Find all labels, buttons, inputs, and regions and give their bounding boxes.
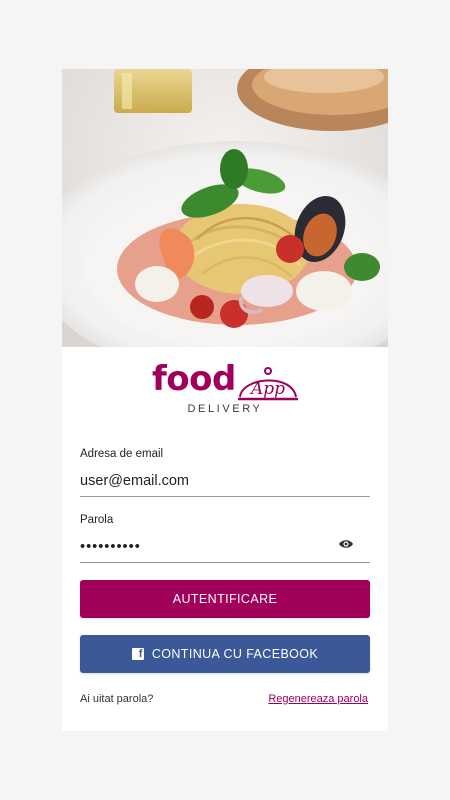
password-label: Parola [80, 514, 114, 526]
hero-food-image [62, 69, 388, 347]
logo-script: App [249, 379, 285, 399]
brand-logo: food App DELIVERY [62, 351, 388, 421]
login-button-label: AUTENTIFICARE [172, 592, 278, 606]
login-button[interactable]: AUTENTIFICARE [80, 580, 370, 618]
email-field[interactable] [80, 468, 370, 497]
reset-password-link[interactable]: Regenereaza parola [268, 693, 368, 705]
pasta-dish-image [62, 69, 388, 347]
facebook-button-label: CONTINUA CU FACEBOOK [151, 647, 319, 661]
email-label: Adresa de email [80, 448, 164, 460]
facebook-login-button[interactable]: f CONTINUA CU FACEBOOK [80, 635, 370, 673]
logo-tagline: DELIVERY [187, 403, 263, 415]
login-card: food App DELIVERY Adresa de email Parola… [62, 69, 388, 731]
cloche-icon: App [238, 367, 298, 401]
logo-wordmark: food [152, 359, 236, 399]
forgot-password-text: Ai uitat parola? [80, 693, 154, 705]
password-field[interactable] [80, 534, 370, 563]
facebook-icon: f [131, 648, 144, 660]
eye-icon[interactable] [338, 538, 354, 550]
logo-mark: food App [152, 359, 312, 401]
